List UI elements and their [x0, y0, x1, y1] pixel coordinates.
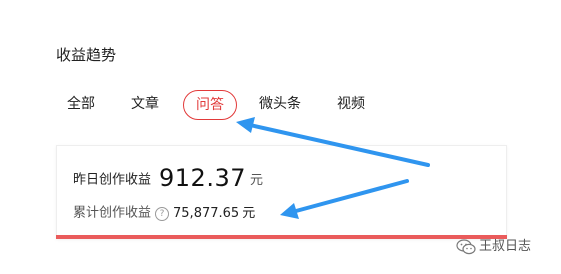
tab-all[interactable]: 全部 [67, 90, 95, 118]
total-earnings-label: 累计创作收益 [73, 205, 152, 221]
wechat-icon [456, 239, 476, 255]
yesterday-earnings-row: 昨日创作收益 912.37 元 [73, 164, 263, 198]
yesterday-earnings-label: 昨日创作收益 [73, 172, 152, 188]
watermark: 王叔日志 [456, 236, 531, 258]
tab-micro-headlines[interactable]: 微头条 [259, 90, 301, 118]
section-title: 收益趋势 [56, 46, 117, 64]
yesterday-earnings-value: 912.37 [159, 164, 246, 192]
total-earnings-unit: 元 [242, 205, 256, 221]
yesterday-earnings-unit: 元 [250, 172, 264, 188]
card-accent-bar [56, 235, 507, 239]
earnings-card: 昨日创作收益 912.37 元 累计创作收益? 75,877.65 元 [56, 145, 507, 239]
tab-articles[interactable]: 文章 [131, 90, 159, 118]
tab-bar: 全部 文章 问答 微头条 视频 [0, 90, 561, 120]
total-earnings-value: 75,877.65 [173, 205, 240, 221]
total-earnings-row: 累计创作收益? 75,877.65 元 [73, 203, 255, 223]
tab-videos[interactable]: 视频 [337, 90, 365, 118]
tab-qa[interactable]: 问答 [183, 90, 237, 120]
help-icon[interactable]: ? [155, 206, 170, 221]
watermark-text: 王叔日志 [479, 239, 532, 254]
